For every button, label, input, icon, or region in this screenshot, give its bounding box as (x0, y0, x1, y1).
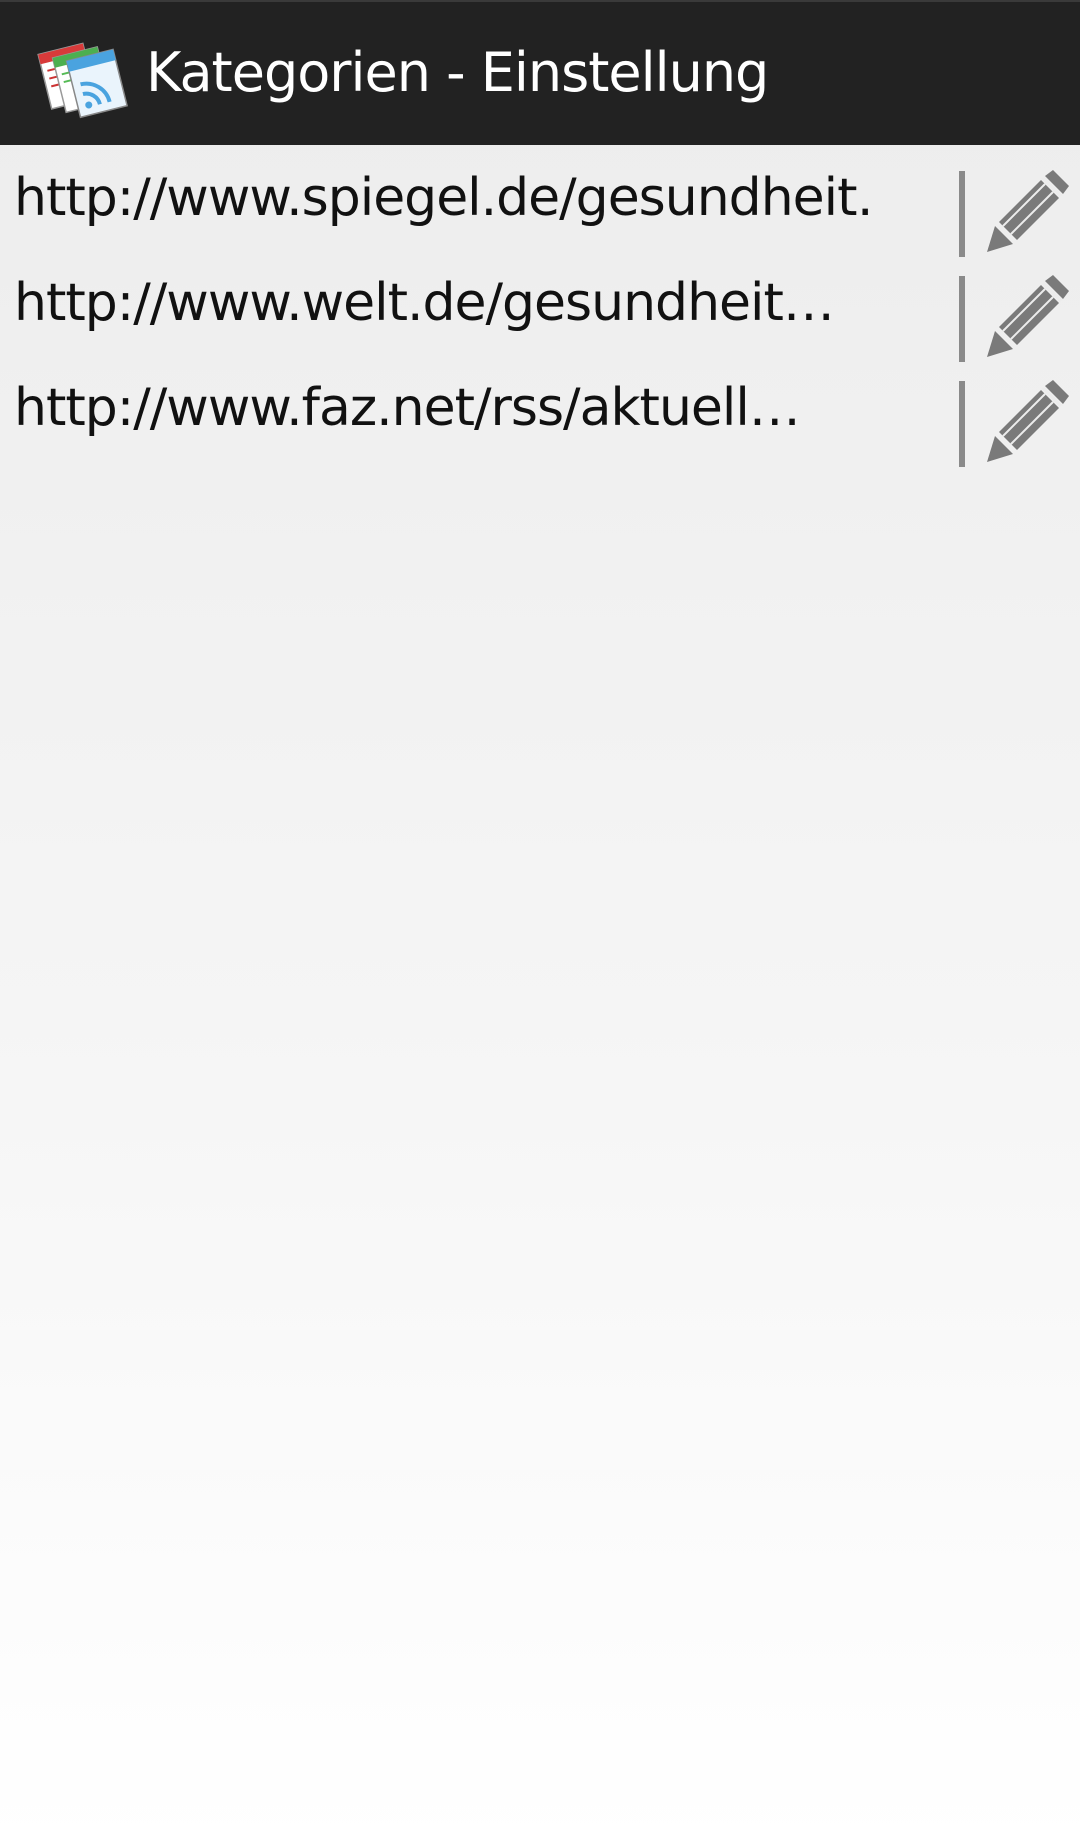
feed-url[interactable]: http://www.welt.de/gesundheit… (14, 272, 874, 334)
app-logo-icon[interactable] (36, 24, 136, 124)
divider (959, 171, 965, 257)
edit-button[interactable] (978, 270, 1074, 366)
feed-url[interactable]: http://www.faz.net/rss/aktuell… (14, 377, 874, 439)
divider (959, 381, 965, 467)
pencil-icon (987, 275, 1069, 357)
pencil-icon (987, 170, 1069, 252)
divider (959, 276, 965, 362)
feed-url[interactable]: http://www.spiegel.de/gesundheit… (14, 167, 874, 229)
list-item[interactable]: http://www.spiegel.de/gesundheit… (0, 145, 1080, 257)
edit-button[interactable] (978, 375, 1074, 471)
edit-button[interactable] (978, 165, 1074, 261)
action-bar: Kategorien - Einstellung (0, 0, 1080, 145)
list-item[interactable]: http://www.faz.net/rss/aktuell… (0, 355, 1080, 467)
feed-list: http://www.spiegel.de/gesundheit… http:/… (0, 145, 1080, 467)
list-item[interactable]: http://www.welt.de/gesundheit… (0, 250, 1080, 362)
pencil-icon (987, 380, 1069, 462)
page-title: Kategorien - Einstellung (146, 41, 769, 104)
